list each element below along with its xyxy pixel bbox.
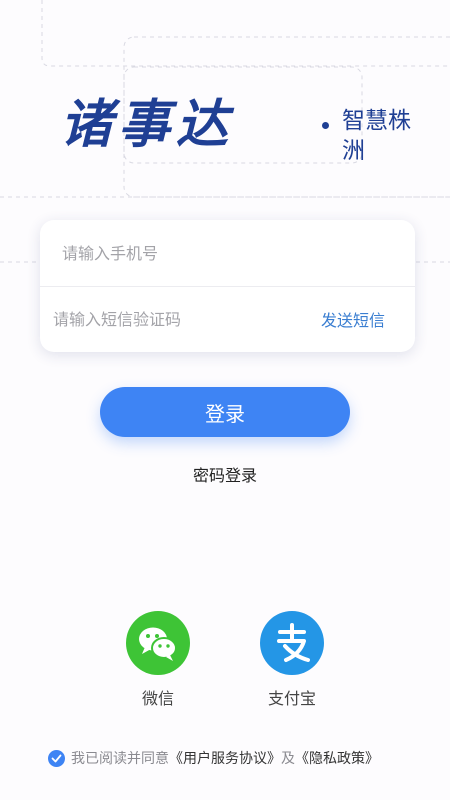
agreement-checkbox[interactable] <box>48 749 65 767</box>
password-login-link[interactable]: 密码登录 <box>193 466 257 485</box>
wechat-login[interactable]: 微信 <box>118 611 198 709</box>
privacy-policy-link[interactable]: 《隐私政策》 <box>295 748 379 768</box>
agreement-conjunction: 及 <box>281 751 295 767</box>
sms-code-input[interactable] <box>53 286 293 352</box>
alipay-icon[interactable] <box>260 611 324 675</box>
agreement-row: 我已阅读并同意 《用户服务协议》 及 《隐私政策》 <box>48 747 448 769</box>
sms-code-field-row: 发送短信 <box>40 286 415 352</box>
send-sms-button[interactable]: 发送短信 <box>321 307 385 331</box>
logo-separator-dot <box>322 122 329 129</box>
check-icon <box>51 754 62 762</box>
user-agreement-link[interactable]: 《用户服务协议》 <box>169 748 281 768</box>
logo-subtitle: 智慧株洲 <box>342 108 411 164</box>
phone-field-row <box>40 220 415 287</box>
password-login-row: 密码登录 <box>0 462 450 486</box>
app-logo: 诸事达 智慧株洲 <box>60 92 420 164</box>
alipay-login[interactable]: 支付宝 <box>252 611 332 709</box>
phone-input[interactable] <box>62 220 392 286</box>
agreement-prefix: 我已阅读并同意 <box>71 751 169 767</box>
alipay-label: 支付宝 <box>267 689 316 708</box>
wechat-icon[interactable] <box>126 611 190 675</box>
wechat-label: 微信 <box>141 689 174 708</box>
login-button[interactable]: 登录 <box>100 387 350 437</box>
logo-main-text: 诸事达 <box>60 94 235 155</box>
login-form-card: 发送短信 <box>40 220 415 352</box>
